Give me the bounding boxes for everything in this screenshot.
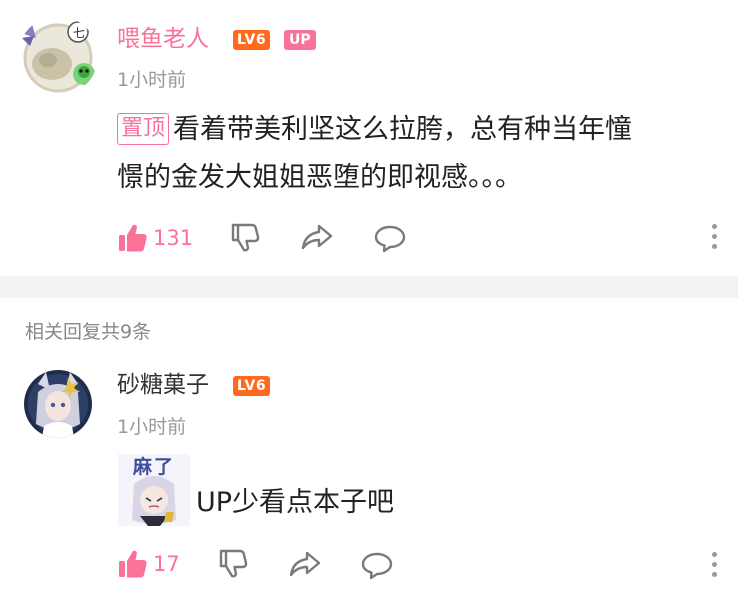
comment-time: 1小时前 <box>117 69 187 91</box>
replies-header: 相关回复共9条 <box>25 321 152 343</box>
avatar-image <box>24 370 92 438</box>
pinned-tag: 置顶 <box>117 113 170 145</box>
username[interactable]: 喂鱼老人 <box>117 24 209 54</box>
reply-level-badge: LV6 <box>233 376 271 396</box>
sticker-image: 麻了 <box>118 454 190 526</box>
reply-like-count: 17 <box>153 552 180 576</box>
share-button[interactable] <box>300 222 334 252</box>
reply-button[interactable] <box>373 224 407 254</box>
reply-avatar[interactable] <box>24 370 92 438</box>
reply-dislike-button[interactable] <box>218 547 250 579</box>
like-filled-icon <box>119 550 147 578</box>
sticker-caption: 麻了 <box>132 456 175 478</box>
more-vertical-icon[interactable] <box>711 552 717 577</box>
like-button[interactable]: 131 <box>117 222 193 254</box>
dislike-button[interactable] <box>230 221 262 253</box>
dislike-icon <box>219 549 248 578</box>
avatar[interactable]: 七 <box>18 16 98 96</box>
comment-line-1: 置顶 看着带美利坚这么拉胯，总有种当年憧 <box>117 106 717 154</box>
svg-text:七: 七 <box>73 26 85 40</box>
reply-time: 1小时前 <box>117 416 187 438</box>
section-separator <box>0 276 738 298</box>
avatar-image: 七 <box>18 16 98 96</box>
level-badge: LV6 <box>233 30 271 50</box>
comment-icon <box>361 552 393 580</box>
reply-share-button[interactable] <box>288 549 322 579</box>
comment-text-line-2: 憬的金发大姐姐恶堕的即视感。。。 <box>117 162 522 193</box>
main-comment: 七 喂鱼老人 LV6 UP 1小时前 置顶 看着带美利坚这么拉胯，总有种当年憧 憬… <box>0 0 738 276</box>
more-vertical-icon[interactable] <box>711 224 717 249</box>
up-badge: UP <box>284 30 316 50</box>
reply-comment-button[interactable] <box>360 551 394 581</box>
share-icon <box>301 224 333 250</box>
dislike-icon <box>231 223 260 252</box>
comment-body: 置顶 看着带美利坚这么拉胯，总有种当年憧 憬的金发大姐姐恶堕的即视感。。。 <box>117 106 717 202</box>
reply-username[interactable]: 砂糖菓子 <box>117 370 209 400</box>
share-icon <box>289 551 321 577</box>
replies-section: 相关回复共9条 砂糖菓子 LV6 1小时前 麻了 UP少看点本子吧 17 <box>0 298 738 605</box>
reply-text: UP少看点本子吧 <box>196 487 395 518</box>
reply-like-button[interactable]: 17 <box>117 548 180 580</box>
comment-text-line-1: 看着带美利坚这么拉胯，总有种当年憧 <box>173 114 633 145</box>
like-filled-icon <box>119 224 147 252</box>
like-count: 131 <box>153 226 194 250</box>
comment-icon <box>374 225 406 253</box>
